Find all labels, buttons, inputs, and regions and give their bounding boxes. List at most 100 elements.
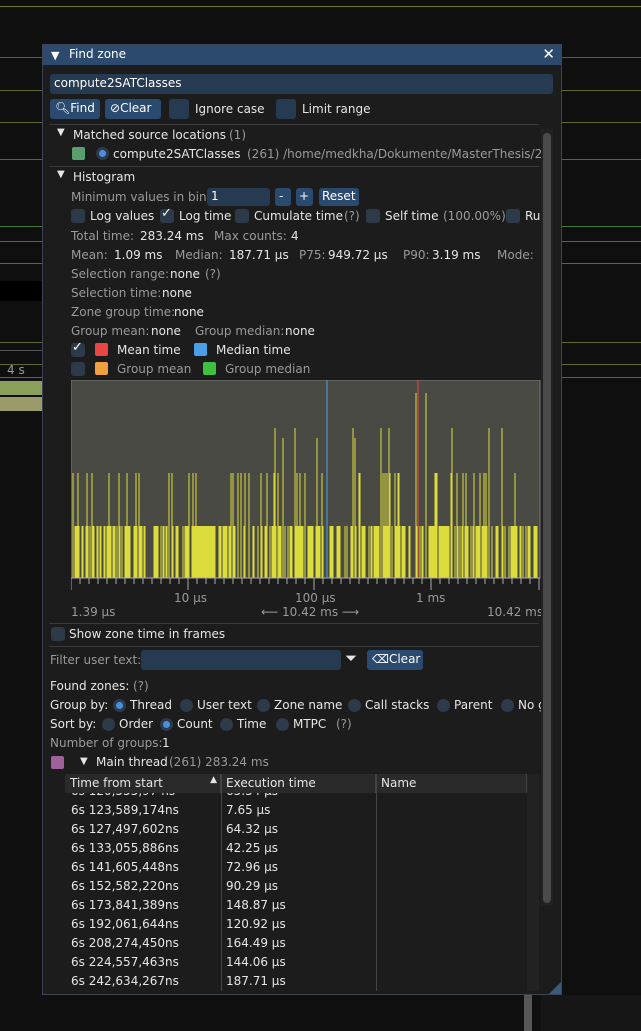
group-mean-value: none: [151, 324, 181, 338]
sort-by-mtpc-radio[interactable]: [276, 718, 289, 731]
matched-expand-icon[interactable]: ▼: [57, 127, 65, 138]
clear-button[interactable]: ⊘Clear: [105, 99, 161, 119]
group-mean-label: Group mean:: [71, 324, 150, 338]
group-by-thread-radio[interactable]: [113, 699, 126, 712]
filter-clear-button[interactable]: ⌫Clear: [367, 650, 423, 670]
group-by-call-stacks-radio[interactable]: [348, 699, 361, 712]
table-scrollbar[interactable]: [527, 774, 539, 991]
group-median-value: none: [285, 324, 315, 338]
table-row-time[interactable]: 6s 141,605,448ns: [71, 860, 179, 874]
window-titlebar[interactable]: ▼ Find zone ✕: [43, 45, 561, 65]
log-values-checkbox[interactable]: [71, 209, 85, 223]
selection-range-label: Selection range:: [71, 267, 170, 281]
table-row-exec-time[interactable]: 144.06 μs: [226, 955, 286, 969]
mean-time-swatch: [95, 343, 108, 356]
collapse-icon[interactable]: ▼: [51, 49, 59, 62]
close-icon[interactable]: ✕: [542, 45, 555, 63]
group-by-user-text-radio[interactable]: [180, 699, 193, 712]
median-label: Median:: [175, 248, 223, 262]
cumulate-time-checkbox[interactable]: [235, 209, 249, 223]
table-row-exec-time[interactable]: 148.87 μs: [226, 898, 286, 912]
ru-label: Ru: [525, 209, 541, 223]
min-bin-input[interactable]: 1: [207, 188, 270, 206]
table-row-exec-time[interactable]: 120.92 μs: [226, 917, 286, 931]
self-time-checkbox[interactable]: [366, 209, 380, 223]
min-bin-plus-button[interactable]: +: [296, 188, 313, 206]
group-mean-swatch: [95, 362, 108, 375]
log-time-checkbox[interactable]: [160, 206, 174, 223]
table-row-exec-time[interactable]: 42.25 μs: [226, 841, 278, 855]
column-execution-time[interactable]: Execution time: [221, 774, 376, 793]
table-row-time[interactable]: 6s 192,061,644ns: [71, 917, 179, 931]
cumulate-help[interactable]: (?): [344, 209, 360, 223]
table-row-exec-time[interactable]: 164.49 μs: [226, 936, 286, 950]
axis-tick-1ms: 1 ms: [416, 591, 446, 605]
zone-group-time-label: Zone group time:: [71, 305, 176, 319]
selection-range-help[interactable]: (?): [205, 267, 221, 281]
find-button[interactable]: 🔍︎Find: [50, 99, 100, 119]
ru-checkbox[interactable]: [506, 209, 520, 223]
matched-header[interactable]: Matched source locations: [73, 128, 226, 142]
matched-count: (1): [229, 128, 246, 142]
sort-by-help[interactable]: (?): [336, 717, 352, 731]
min-bin-minus-button[interactable]: -: [275, 188, 291, 206]
show-zone-time-checkbox[interactable]: [51, 627, 65, 641]
table-row-time[interactable]: 6s 242,634,267ns: [71, 974, 179, 988]
limit-range-checkbox[interactable]: [276, 99, 296, 119]
table-row-exec-time[interactable]: 65.54 μs: [226, 793, 278, 798]
p90-value: 3.19 ms: [432, 248, 481, 262]
search-input[interactable]: compute2SATClasses: [50, 74, 553, 94]
filter-input[interactable]: [141, 650, 341, 670]
histogram-plot[interactable]: [71, 380, 541, 600]
log-time-label: Log time: [179, 209, 232, 223]
matched-radio[interactable]: [96, 147, 109, 160]
matched-item-name[interactable]: compute2SATClasses: [113, 147, 241, 161]
table-row-exec-time[interactable]: 72.96 μs: [226, 860, 278, 874]
reset-button[interactable]: Reset: [319, 188, 359, 206]
filter-icon[interactable]: ⏷: [345, 649, 357, 667]
timeline-tick-label: 4 s: [7, 363, 25, 377]
sort-by-time-radio[interactable]: [220, 718, 233, 731]
table-row-time[interactable]: 6s 152,582,220ns: [71, 879, 179, 893]
sort-by-count-radio[interactable]: [160, 718, 173, 731]
table-row-time[interactable]: 6s 123,589,174ns: [71, 803, 179, 817]
histogram-expand-icon[interactable]: ▼: [57, 169, 65, 180]
group-by-parent-radio[interactable]: [437, 699, 450, 712]
table-row-exec-time[interactable]: 90.29 μs: [226, 879, 278, 893]
group-by-zone-name-radio[interactable]: [257, 699, 270, 712]
show-zone-time-label: Show zone time in frames: [69, 627, 226, 641]
table-row-time[interactable]: 6s 133,055,886ns: [71, 841, 179, 855]
ignore-case-checkbox[interactable]: [169, 99, 189, 119]
table-row-exec-time[interactable]: 64.32 μs: [226, 822, 278, 836]
mean-time-label: Mean time: [117, 343, 181, 357]
resize-grip-icon[interactable]: [549, 982, 561, 994]
window-scrollbar[interactable]: [541, 129, 553, 905]
thread-detail: (261) 283.24 ms: [169, 755, 269, 769]
thread-name[interactable]: Main thread: [96, 755, 168, 769]
total-time-label: Total time:: [71, 229, 134, 243]
group-median-swatch: [203, 362, 216, 375]
sort-by-order-radio[interactable]: [102, 718, 115, 731]
mean-time-checkbox[interactable]: [71, 340, 85, 357]
histogram-header[interactable]: Histogram: [73, 170, 135, 184]
filter-label: Filter user text:: [50, 653, 142, 667]
group-by-no-group-radio[interactable]: [501, 699, 514, 712]
column-name[interactable]: Name: [376, 774, 527, 793]
group-mean-checkbox[interactable]: [71, 362, 85, 376]
table-row-time[interactable]: 6s 120,555,97 ns: [71, 793, 175, 798]
group-by-thread-label: Thread: [130, 698, 172, 712]
axis-max-label: 10.42 ms: [487, 605, 544, 619]
table-row-time[interactable]: 6s 224,557,463ns: [71, 955, 179, 969]
found-zones-help[interactable]: (?): [133, 679, 149, 693]
table-row-exec-time[interactable]: 7.65 μs: [226, 803, 270, 817]
table-row-exec-time[interactable]: 187.71 μs: [226, 974, 286, 988]
group-by-user-text-label: User text: [197, 698, 252, 712]
table-row-time[interactable]: 6s 208,274,450ns: [71, 936, 179, 950]
table-row-time[interactable]: 6s 173,841,389ns: [71, 898, 179, 912]
clear-icon: ⊘: [110, 101, 121, 115]
column-time-from-start[interactable]: Time from start ▲: [65, 774, 221, 793]
max-counts-value: 4: [291, 229, 299, 243]
sort-by-label: Sort by:: [50, 717, 97, 731]
table-row-time[interactable]: 6s 127,497,602ns: [71, 822, 179, 836]
thread-expand-icon[interactable]: ▼: [80, 756, 88, 767]
